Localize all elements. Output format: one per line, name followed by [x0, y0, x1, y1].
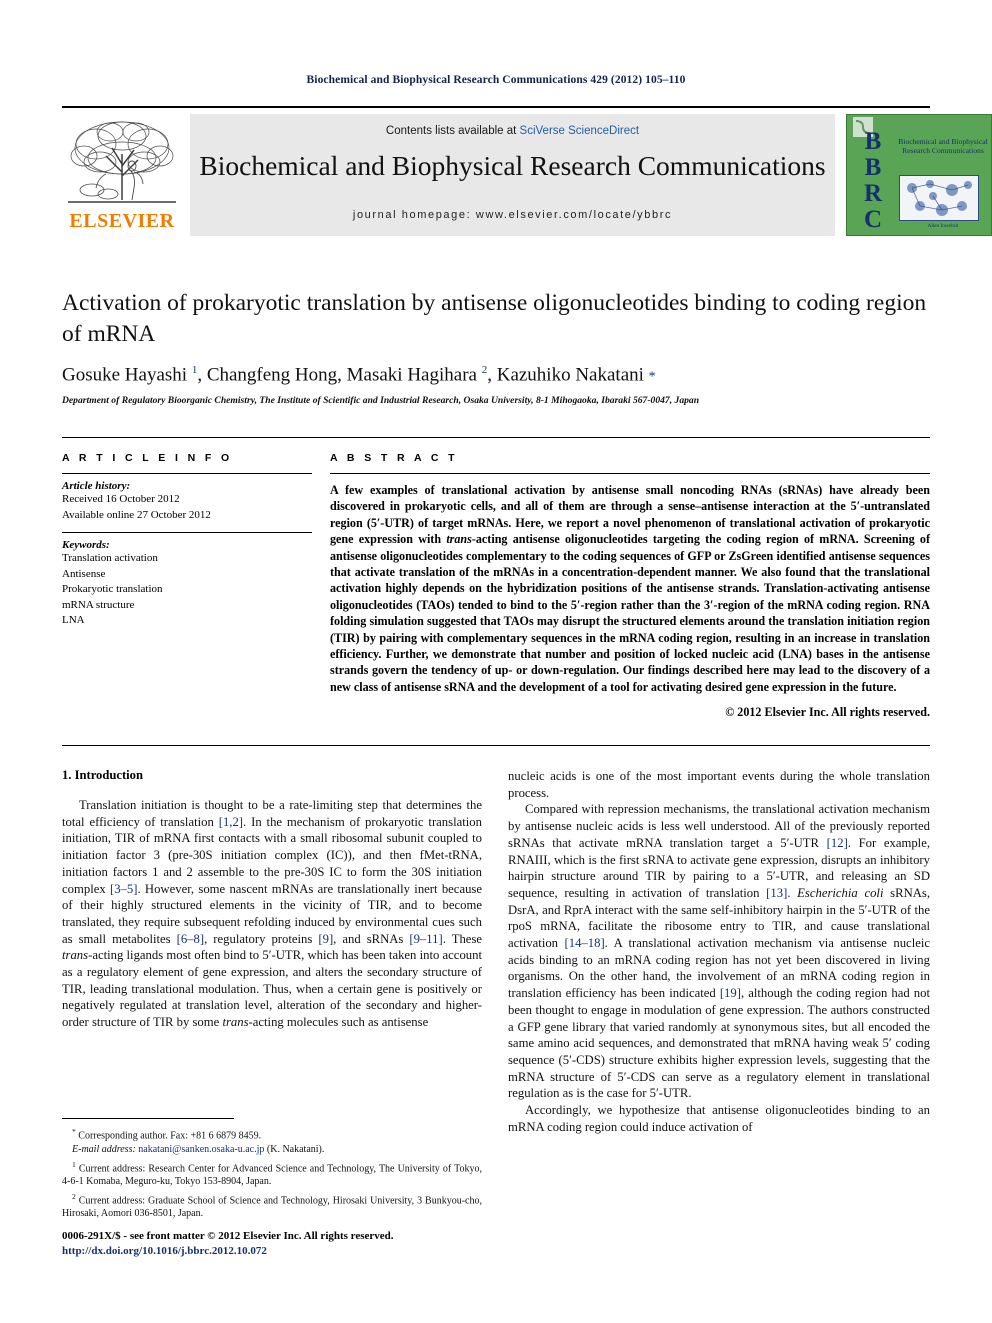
- abstract-body: A few examples of translational activati…: [330, 483, 931, 694]
- journal-article-page: Biochemical and Biophysical Research Com…: [0, 0, 992, 1323]
- journal-homepage-line[interactable]: journal homepage: www.elsevier.com/locat…: [190, 209, 835, 221]
- journal-title: Biochemical and Biophysical Research Com…: [199, 150, 826, 181]
- bbrc-cover-title: Biochemical and Biophysical Research Com…: [898, 137, 988, 156]
- article-history-label: Article history:: [62, 480, 131, 492]
- keyword-item: mRNA structure: [62, 598, 135, 611]
- elsevier-tree-logo: ELSEVIER: [62, 114, 182, 236]
- keywords-label: Keywords:: [62, 539, 110, 551]
- abstract-copyright: © 2012 Elsevier Inc. All rights reserved…: [725, 705, 930, 720]
- available-online-date: Available online 27 October 2012: [62, 508, 211, 521]
- elsevier-wordmark: ELSEVIER: [69, 210, 175, 232]
- affiliation: Department of Regulatory Bioorganic Chem…: [62, 395, 700, 407]
- paragraph: nucleic acids is one of the most importa…: [508, 769, 930, 800]
- contents-prefix-text: Contents lists available at: [385, 125, 520, 137]
- paragraph: Translation initiation is thought to be …: [62, 798, 483, 1030]
- sciencedirect-link[interactable]: SciVerse ScienceDirect: [520, 125, 640, 137]
- article-title-block: Activation of prokaryotic translation by…: [62, 288, 930, 406]
- keyword-item: LNA: [62, 614, 85, 626]
- abstract-divider: [330, 473, 930, 474]
- bbrc-letters: BBRC: [863, 128, 883, 233]
- info-divider: [62, 473, 312, 474]
- body-column-right: nucleic acids is one of the most importa…: [508, 768, 930, 1135]
- bbrc-journal-cover: BBRC Biochemical and Biophysical Researc…: [846, 114, 992, 236]
- keyword-item: Antisense: [62, 567, 106, 580]
- imprint-block: 0006-291X/$ - see front matter © 2012 El…: [62, 1229, 522, 1258]
- journal-title-band: Contents lists available at SciVerse Sci…: [190, 114, 835, 236]
- abstract-heading: A B S T R A C T: [330, 452, 458, 464]
- received-date: Received 16 October 2012: [62, 493, 180, 505]
- footnotes-block: * Corresponding author. Fax: +81 6 6879 …: [62, 1125, 482, 1222]
- footnote-current-address-1: 1 Current address: Research Center for A…: [62, 1159, 482, 1188]
- section-heading-introduction: 1. Introduction: [62, 768, 143, 782]
- keyword-item: Translation activation: [62, 552, 158, 564]
- keywords-divider: [62, 532, 312, 533]
- running-head: Biochemical and Biophysical Research Com…: [306, 74, 686, 86]
- article-info-abstract-block: A R T I C L E I N F O Article history: R…: [62, 437, 930, 719]
- paragraph: Accordingly, we hypothesize that antisen…: [508, 1103, 930, 1134]
- page-title: Activation of prokaryotic translation by…: [62, 290, 927, 347]
- elsevier-tree-icon: [68, 121, 176, 203]
- contents-lists-line: Contents lists available at SciVerse Sci…: [190, 125, 835, 137]
- article-info-column: A R T I C L E I N F O Article history: R…: [62, 452, 312, 629]
- footnote-current-address-2: 2 Current address: Graduate School of Sc…: [62, 1191, 482, 1220]
- doi-link[interactable]: http://dx.doi.org/10.1016/j.bbrc.2012.10…: [62, 1244, 522, 1259]
- abstract-column: A B S T R A C T A few examples of transl…: [330, 452, 930, 720]
- footnote-corresponding-author: * Corresponding author. Fax: +81 6 6879 …: [72, 1127, 262, 1142]
- issn-copyright-line: 0006-291X/$ - see front matter © 2012 El…: [62, 1230, 394, 1242]
- article-info-heading: A R T I C L E I N F O: [62, 452, 233, 464]
- body-column-left: 1. Introduction Translation initiation i…: [62, 768, 482, 1031]
- bbrc-cover-artwork: [899, 175, 979, 221]
- author-list: Gosuke Hayashi 1, Changfeng Hong, Masaki…: [62, 364, 656, 386]
- footnote-divider: [62, 1118, 234, 1119]
- abstract-bottom-divider: [62, 745, 930, 746]
- cover-artwork-icon: [900, 176, 978, 220]
- paragraph: Compared with repression mechanisms, the…: [508, 802, 931, 1101]
- journal-masthead: ELSEVIER Contents lists available at Sci…: [62, 106, 992, 239]
- footnote-email[interactable]: E-mail address: nakatani@sanken.osaka-u.…: [62, 1143, 482, 1157]
- bbrc-cover-footer: Allen Inwebsit: [927, 223, 959, 229]
- keyword-item: Prokaryotic translation: [62, 583, 163, 595]
